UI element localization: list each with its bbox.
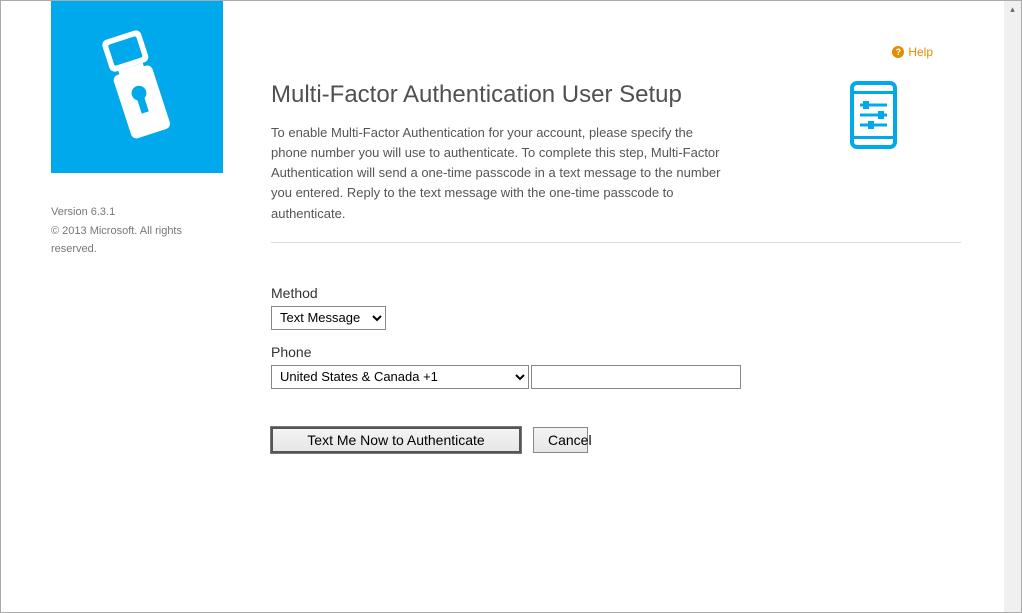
form-section: Method Text Message Phone United States … <box>271 285 961 453</box>
submit-button[interactable]: Text Me Now to Authenticate <box>271 427 521 453</box>
page-description: To enable Multi-Factor Authentication fo… <box>271 123 731 224</box>
method-label: Method <box>271 285 961 301</box>
phone-label: Phone <box>271 344 961 360</box>
help-link[interactable]: ? Help <box>892 45 933 59</box>
sidebar: Version 6.3.1 © 2013 Microsoft. All righ… <box>1 1 241 612</box>
phone-number-input[interactable] <box>531 365 741 389</box>
divider <box>271 242 961 243</box>
scrollbar-up-arrow[interactable]: ▴ <box>1004 1 1021 18</box>
cancel-button[interactable]: Cancel <box>533 427 588 453</box>
help-label: Help <box>908 45 933 59</box>
page-title: Multi-Factor Authentication User Setup <box>271 81 731 109</box>
method-select[interactable]: Text Message <box>271 306 386 330</box>
help-icon: ? <box>892 46 904 58</box>
country-code-select[interactable]: United States & Canada +1 <box>271 365 529 389</box>
phone-lock-icon <box>87 27 187 147</box>
device-sliders-icon <box>846 81 901 149</box>
version-text: Version 6.3.1 <box>51 203 211 222</box>
scrollbar[interactable]: ▴ <box>1004 1 1021 612</box>
logo-tile <box>51 1 223 173</box>
version-block: Version 6.3.1 © 2013 Microsoft. All righ… <box>51 203 211 259</box>
main-content: ? Help Multi-Factor Authentication User … <box>241 1 1021 612</box>
copyright-text: © 2013 Microsoft. All rights reserved. <box>51 222 211 259</box>
